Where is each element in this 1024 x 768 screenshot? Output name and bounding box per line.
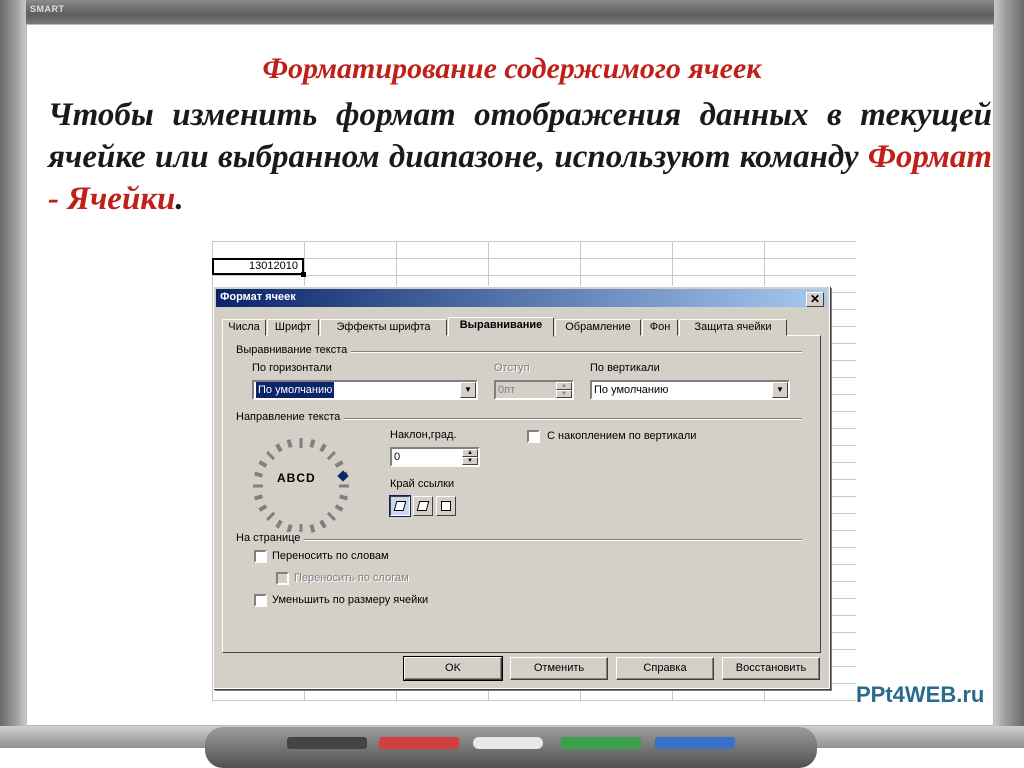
alignment-group-label: Выравнивание текста [236,344,352,356]
stacked-label: С накоплением по вертикали [547,430,697,442]
cancel-button[interactable]: Отменить [510,657,608,680]
dial-tick [258,460,268,468]
close-icon[interactable]: ✕ [806,292,824,307]
shrink-checkbox[interactable] [254,594,267,607]
dialog-title: Формат ячеек [220,291,296,303]
format-cells-dialog: Формат ячеек ✕ Числа Шрифт Эффекты шрифт… [213,286,830,689]
indent-spinner[interactable]: 0пт ▲ ▼ [494,380,574,400]
ref-edge-label: Край ссылки [390,478,455,490]
frame-right [994,0,1024,748]
direction-group-label: Направление текста [236,411,345,423]
tray-slot-blue [655,737,735,749]
reset-button[interactable]: Восстановить [722,657,820,680]
edge-inside-icon[interactable] [436,496,456,516]
shrink-label: Уменьшить по размеру ячейки [272,594,429,606]
indent-value: 0пт [498,384,516,396]
dial-tick [319,519,327,529]
hyphenate-label: Переносить по слогам [294,572,409,584]
edge-top-icon[interactable] [413,496,433,516]
horizontal-value: По умолчанию [256,382,335,398]
dial-tick [326,511,337,522]
horizontal-label: По горизонтали [252,362,332,374]
dial-tick [265,511,276,522]
vertical-label: По вертикали [590,362,660,374]
frame-left [0,0,26,748]
vertical-value: По умолчанию [594,384,669,396]
onpage-separator [236,539,802,541]
edge-bottom-icon[interactable] [389,495,411,517]
angle-label: Наклон,град. [390,429,457,441]
dial-tick [339,494,348,501]
tray-slot-red [379,737,459,749]
stacked-checkbox[interactable] [527,430,540,443]
tab-font-effects[interactable]: Эффекты шрифта [320,319,447,336]
dial-tick [319,443,327,453]
tab-numbers[interactable]: Числа [222,319,266,336]
chevron-down-icon[interactable]: ▼ [772,382,788,398]
tab-borders[interactable]: Обрамление [555,319,641,336]
tab-font[interactable]: Шрифт [267,319,319,336]
dial-tick [265,450,276,461]
ok-button[interactable]: OK [403,656,503,681]
dial-tick [275,443,283,453]
angle-spinner[interactable]: 0 ▲ ▼ [390,447,480,467]
dial-tick [334,460,344,468]
tray-slot-green [561,737,641,749]
fill-handle[interactable] [301,272,306,277]
frame-top [0,0,1024,24]
slide-paragraph: Чтобы изменить формат отображения данных… [48,94,992,220]
tab-cell-protection[interactable]: Защита ячейки [679,319,787,336]
horizontal-select[interactable]: По умолчанию ▼ [252,380,478,400]
hyphenate-checkbox[interactable] [276,572,289,585]
slide-title: Форматирование содержимого ячеек [262,52,762,85]
spin-arrows-icon[interactable]: ▲ ▼ [462,449,478,465]
dial-sample-text: ABCD [277,471,316,485]
dial-tick [254,471,263,478]
dialog-titlebar[interactable]: Формат ячеек [216,289,827,307]
chevron-down-icon[interactable]: ▼ [460,382,476,398]
indent-label: Отступ [494,362,530,374]
vertical-select[interactable]: По умолчанию ▼ [590,380,790,400]
onpage-group-label: На странице [236,532,305,544]
pen-tray [205,727,817,768]
tray-slot-black [287,737,367,749]
dial-tick [258,504,268,512]
tab-alignment[interactable]: Выравнивание [448,317,554,337]
tab-background[interactable]: Фон [642,319,678,336]
paragraph-end: . [175,181,184,217]
dial-tick [326,450,337,461]
tray-button [473,737,543,749]
dial-tick [275,519,283,529]
dial-tick [309,439,316,448]
wrap-words-label: Переносить по словам [272,550,389,562]
angle-value: 0 [394,451,401,463]
wrap-words-checkbox[interactable] [254,550,267,563]
rotation-dial[interactable] [251,436,351,536]
paragraph-text: Чтобы изменить формат отображения данных… [48,97,992,175]
dial-tick [309,524,316,533]
active-cell[interactable]: 13012010 [212,258,304,275]
help-button[interactable]: Справка [616,657,714,680]
dial-tick [334,504,344,512]
watermark: PPt4WEB.ru [856,682,985,707]
smart-logo: SMART [30,4,65,14]
dial-tick [286,439,293,448]
spin-arrows-icon[interactable]: ▲ ▼ [556,382,572,398]
dial-tick [254,494,263,501]
